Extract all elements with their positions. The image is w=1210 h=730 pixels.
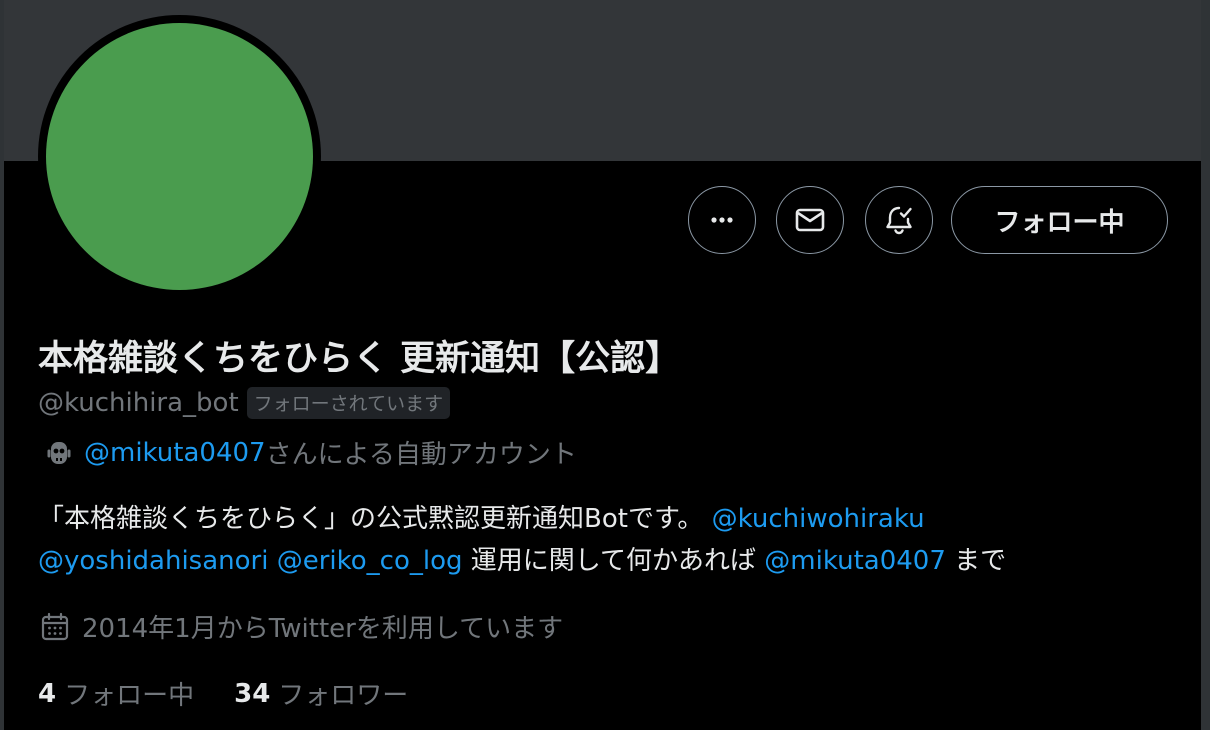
following-button-label: フォロー中 xyxy=(994,207,1125,238)
calendar-icon xyxy=(41,612,69,640)
handle-row: @kuchihira_bot フォローされています xyxy=(38,387,451,419)
more-button[interactable] xyxy=(688,186,756,254)
followers-stat-link[interactable]: 34 フォロワー xyxy=(234,675,408,712)
bio-text: 「本格雑談くちをひらく」の公式黙認更新通知Botです。 xyxy=(38,504,704,534)
bio-mention-eriko[interactable]: @eriko_co_log xyxy=(277,546,463,576)
bio-mention-yoshidahisanori[interactable]: @yoshidahisanori xyxy=(38,546,268,576)
envelope-icon xyxy=(795,208,825,232)
more-horizontal-icon xyxy=(711,217,733,223)
follow-stats: 4 フォロー中 34 フォロワー xyxy=(38,675,408,712)
join-date: 2014年1月からTwitterを利用しています xyxy=(40,608,563,645)
following-button[interactable]: フォロー中 xyxy=(951,186,1168,254)
avatar[interactable] xyxy=(46,23,313,290)
message-button[interactable] xyxy=(776,186,844,254)
following-label: フォロー中 xyxy=(64,681,195,711)
followers-label: フォロワー xyxy=(278,681,409,711)
profile-bio: 「本格雑談くちをひらく」の公式黙認更新通知Botです。 @kuchiwohira… xyxy=(38,498,1158,582)
robot-icon xyxy=(47,441,71,464)
notifications-button[interactable] xyxy=(865,186,933,254)
display-name: 本格雑談くちをひらく 更新通知【公認】 xyxy=(38,339,681,379)
following-stat-link[interactable]: 4 フォロー中 xyxy=(38,675,194,712)
owner-mention-link[interactable]: @mikuta0407 xyxy=(84,438,266,468)
automated-account-label: @mikuta0407 さんによる自動アカウント xyxy=(42,434,577,471)
avatar-frame[interactable] xyxy=(38,15,321,298)
join-date-text: 2014年1月からTwitterを利用しています xyxy=(82,614,564,644)
bio-mention-mikuta[interactable]: @mikuta0407 xyxy=(764,546,946,576)
bio-text-3: まで xyxy=(954,546,1007,576)
bio-text-2: 運用に関して何かあれば xyxy=(470,546,757,576)
bio-mention-kuchiwohiraku[interactable]: @kuchiwohiraku xyxy=(712,504,925,534)
bell-check-icon xyxy=(886,206,912,235)
window-right-border xyxy=(1201,0,1210,730)
user-handle: @kuchihira_bot xyxy=(38,388,239,418)
followers-count: 34 xyxy=(234,678,271,709)
following-count: 4 xyxy=(38,678,57,709)
follows-you-badge: フォローされています xyxy=(246,387,451,419)
automated-account-text: さんによる自動アカウント xyxy=(265,440,577,470)
